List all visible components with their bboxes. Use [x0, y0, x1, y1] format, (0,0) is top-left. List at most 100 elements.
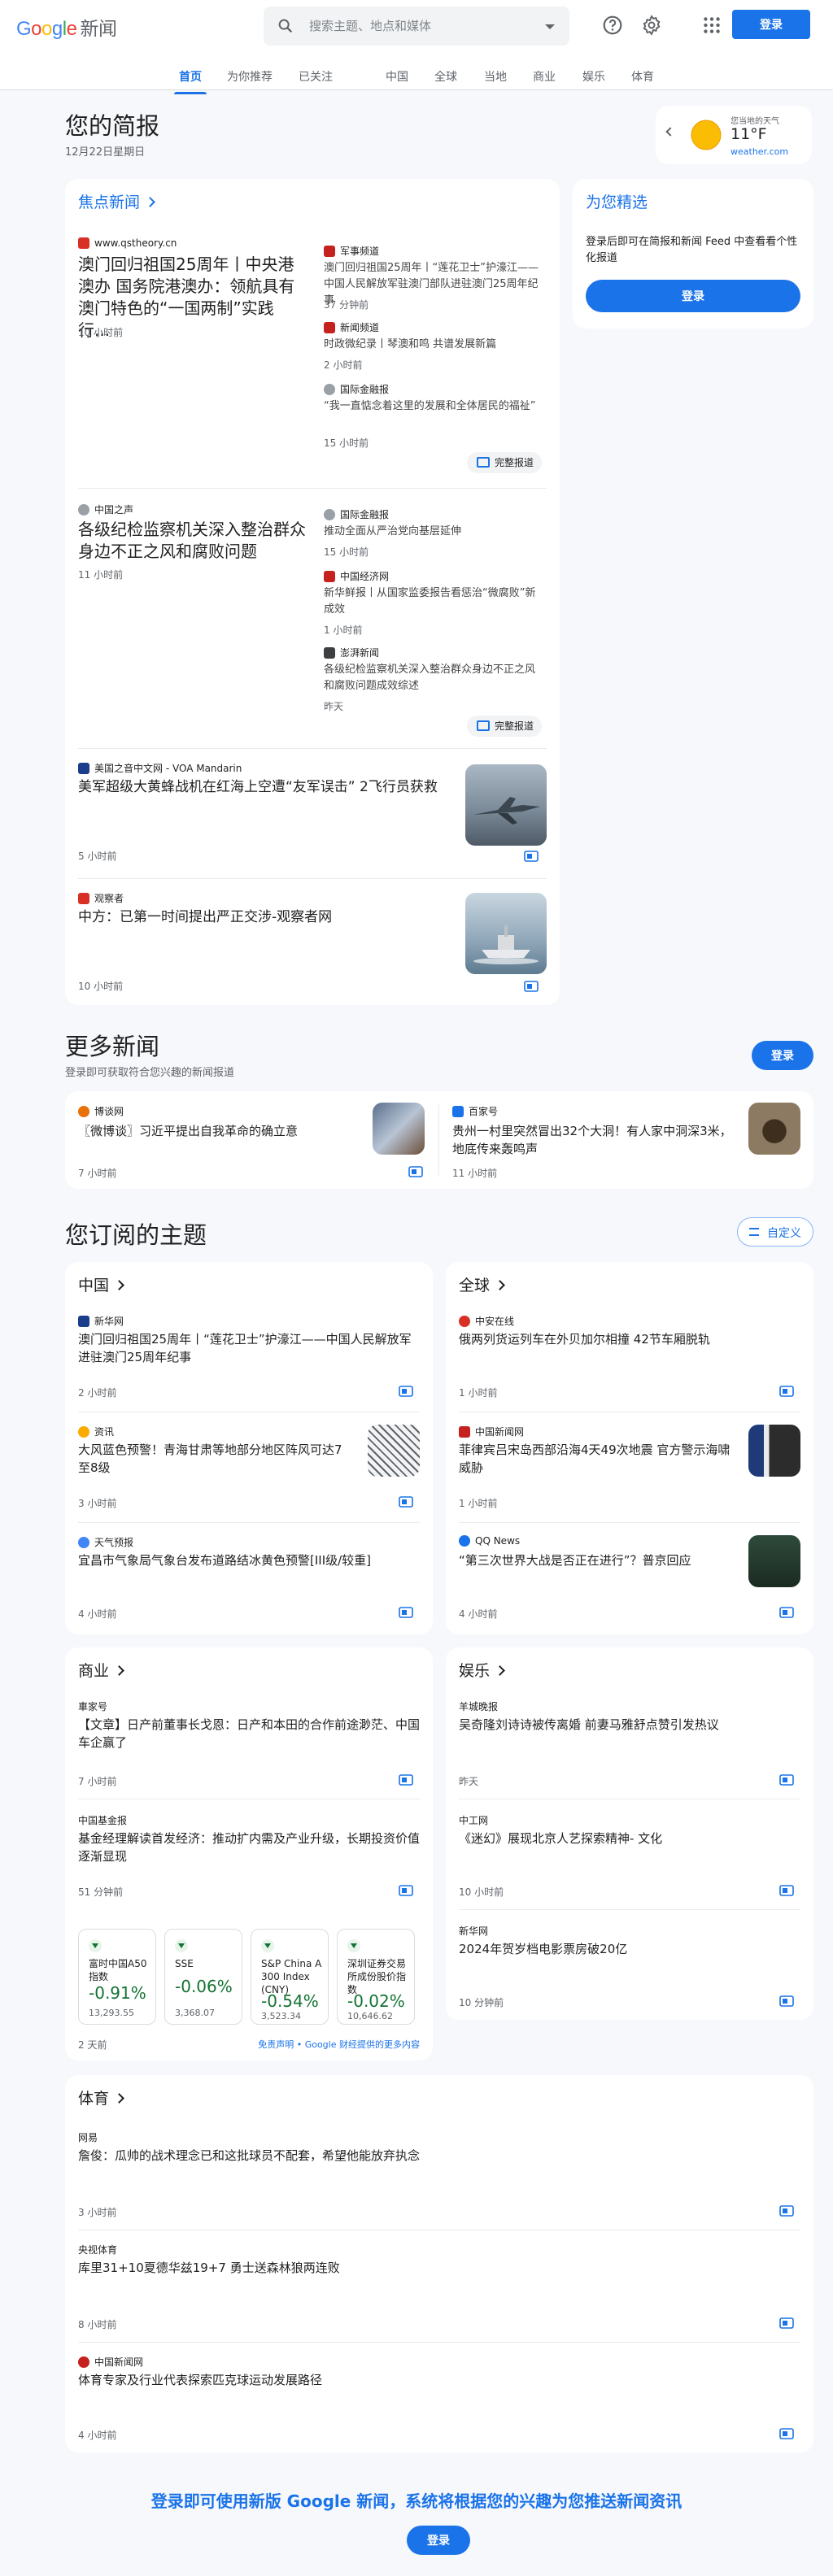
top-stories-title-text: 焦点新闻	[78, 194, 141, 211]
topic-title-china[interactable]: 中国	[78, 1273, 124, 1295]
topic-title-entertainment[interactable]: 娱乐	[459, 1659, 505, 1681]
full-coverage-icon[interactable]	[779, 1607, 794, 1618]
full-coverage-icon[interactable]	[779, 1774, 794, 1786]
full-coverage-icon[interactable]	[524, 981, 539, 992]
full-coverage-icon[interactable]	[408, 1166, 423, 1177]
tab-entertainment[interactable]: 娱乐	[582, 68, 605, 85]
story-source: 中安在线	[459, 1314, 514, 1328]
full-coverage-icon[interactable]	[399, 1607, 413, 1618]
full-coverage-icon[interactable]	[399, 1386, 413, 1397]
more-news-signin-button[interactable]: 登录	[752, 1041, 813, 1070]
stock-card[interactable]: S&P China A 300 Index (CNY) -0.54% 3,523.3…	[251, 1929, 329, 2025]
story-time: 4 小时前	[78, 1608, 117, 1620]
tab-following[interactable]: 已关注	[299, 68, 333, 85]
tab-home[interactable]: 首页	[174, 68, 207, 94]
weather-source-link[interactable]: weather.com	[731, 146, 788, 157]
story-title[interactable]: “第三次世界大战是否正在进行”？普京回应	[459, 1551, 732, 1569]
story-thumbnail[interactable]	[373, 1103, 425, 1155]
story-title[interactable]: 〖微博谈〗习近平提出自我革命的确立意	[78, 1122, 358, 1140]
story-title[interactable]: 贵州一村里突然冒出32个大洞！有人家中洞深3米，地底传来轰鸣声	[452, 1122, 732, 1158]
full-coverage-button[interactable]: 完整报道	[467, 716, 543, 737]
story-title[interactable]: 菲律宾吕宋岛西部沿海4天49次地震 官方警示海啸威胁	[459, 1441, 732, 1477]
tab-for-you[interactable]: 为你推荐	[227, 68, 273, 85]
full-coverage-button[interactable]: 完整报道	[467, 452, 543, 473]
story-source: 中工网	[459, 1813, 488, 1827]
story-title[interactable]: 中方：已第一时间提出严正交涉-观察者网	[78, 907, 452, 927]
story-title[interactable]: “我一直惦念着这里的发展和全体居民的福祉”	[324, 398, 545, 415]
search-box[interactable]	[264, 7, 569, 46]
footer-signin-button[interactable]: 登录	[407, 2526, 470, 2555]
story-thumbnail-fighter-jet[interactable]	[465, 764, 547, 846]
tab-business[interactable]: 商业	[533, 68, 556, 85]
story-title[interactable]: 俄两列货运列车在外贝加尔相撞 42节车厢脱轨	[459, 1330, 800, 1348]
story-source-name: 央视体育	[78, 2244, 118, 2256]
customize-button[interactable]: 自定义	[737, 1217, 813, 1247]
full-coverage-icon[interactable]	[779, 2205, 794, 2217]
story-title[interactable]: 《迷幻》展现北京人艺探索精神- 文化	[459, 1830, 800, 1847]
full-coverage-icon[interactable]	[399, 1885, 413, 1896]
story-title[interactable]: 推动全面从严治党向基层延伸	[324, 524, 545, 540]
story-title[interactable]: 詹俊：瓜帅的战术理念已和这批球员不配套，希望他能放弃执念	[78, 2147, 794, 2165]
full-coverage-icon	[477, 720, 490, 731]
topic-title-sports[interactable]: 体育	[78, 2086, 124, 2108]
full-coverage-icon[interactable]	[779, 2317, 794, 2329]
story-thumbnail[interactable]	[368, 1425, 420, 1477]
topic-title-world[interactable]: 全球	[459, 1273, 505, 1295]
story-title[interactable]: 新华鲜报丨从国家监委报告看惩治“微腐败”新成效	[324, 585, 545, 618]
full-coverage-icon[interactable]	[524, 851, 539, 862]
settings-gear-icon[interactable]	[641, 15, 662, 36]
story-thumbnail[interactable]	[748, 1425, 800, 1477]
story-source-name: QQ News	[475, 1535, 521, 1547]
story-thumbnail-ship[interactable]	[465, 893, 547, 974]
stock-card[interactable]: 富时中国A50指数 -0.91% 13,293.55	[78, 1929, 156, 2025]
chevron-right-icon	[495, 1280, 505, 1290]
customize-icon	[749, 1228, 759, 1236]
apps-grid-icon[interactable]	[701, 15, 722, 36]
story-title[interactable]: 美军超级大黄蜂战机在红海上空遭“友军误击” 2飞行员获救	[78, 777, 452, 797]
story-title[interactable]: 各级纪检监察机关深入整治群众身边不正之风和腐败问题	[78, 519, 314, 563]
google-news-logo[interactable]: Google 新闻	[16, 13, 117, 41]
topic-title-business[interactable]: 商业	[78, 1659, 124, 1681]
top-stories-title[interactable]: 焦点新闻	[78, 190, 155, 212]
tab-local[interactable]: 当地	[484, 68, 507, 85]
story-thumbnail[interactable]	[748, 1103, 800, 1155]
story-title[interactable]: 【文章】日产前董事长戈恩：日产和本田的合作前途渺茫、中国车企赢了	[78, 1716, 420, 1751]
full-coverage-icon[interactable]	[399, 1496, 413, 1508]
stock-card[interactable]: SSE -0.06% 3,368.07	[164, 1929, 242, 2025]
story-title[interactable]: 基金经理解读首发经济：推动扩内需及产业升级，长期投资价值逐渐显现	[78, 1830, 420, 1865]
story-title[interactable]: 库里31+10夏德华兹19+7 勇士送森林狼两连败	[78, 2259, 794, 2277]
stock-card[interactable]: 深圳证券交易所成份股价指数 -0.02% 10,646.62	[337, 1929, 415, 2025]
search-options-dropdown-icon[interactable]	[545, 24, 555, 29]
stock-value: 3,523.34	[261, 2011, 301, 2021]
customize-label: 自定义	[767, 1227, 801, 1240]
full-coverage-icon[interactable]	[779, 1885, 794, 1896]
full-coverage-icon[interactable]	[779, 1386, 794, 1397]
tab-china[interactable]: 中国	[386, 68, 408, 85]
story-title[interactable]: 时政微纪录丨琴澳和鸣 共谱发展新篇	[324, 337, 545, 353]
story-title[interactable]: 澳门回归祖国25周年丨“莲花卫士”护濠江——中国人民解放军进驻澳门25周年纪事	[78, 1330, 420, 1366]
full-coverage-icon[interactable]	[399, 1774, 413, 1786]
story-title[interactable]: 各级纪检监察机关深入整治群众身边不正之风和腐败问题成效综述	[324, 662, 545, 694]
story-title[interactable]: 体育专家及行业代表探索匹克球运动发展路径	[78, 2371, 794, 2389]
tab-sports[interactable]: 体育	[631, 68, 654, 85]
story-title[interactable]: 宜昌市气象局气象台发布道路结冰黄色预警[III级/较重]	[78, 1551, 420, 1569]
picks-signin-button[interactable]: 登录	[586, 280, 800, 312]
search-icon[interactable]	[277, 17, 294, 35]
header-signin-button[interactable]: 登录	[732, 10, 810, 39]
story-thumbnail[interactable]	[748, 1535, 800, 1587]
story-source-name: 車家号	[78, 1701, 108, 1712]
story-title[interactable]: 大风蓝色预警！青海甘肃等地部分地区阵风可达7至8级	[78, 1441, 351, 1477]
help-icon[interactable]	[602, 15, 623, 36]
topic-title-text: 体育	[78, 2090, 110, 2108]
chevron-left-icon[interactable]	[665, 127, 675, 137]
weather-card[interactable]: 您当地的天气 11°F weather.com	[656, 106, 812, 164]
search-input[interactable]	[309, 16, 504, 36]
story-source: 中国之声	[78, 503, 133, 516]
tab-world[interactable]: 全球	[434, 68, 457, 85]
full-coverage-icon[interactable]	[779, 2428, 794, 2439]
finance-disclaimer-link[interactable]: 免责声明 • Google 财经提供的更多内容	[258, 2038, 420, 2051]
story-title[interactable]: 2024年贺岁档电影票房破20亿	[459, 1940, 800, 1958]
divider	[78, 878, 547, 879]
story-title[interactable]: 吴奇隆刘诗诗被传离婚 前妻马雅舒点赞引发热议	[459, 1716, 800, 1734]
full-coverage-icon[interactable]	[779, 1995, 794, 2007]
